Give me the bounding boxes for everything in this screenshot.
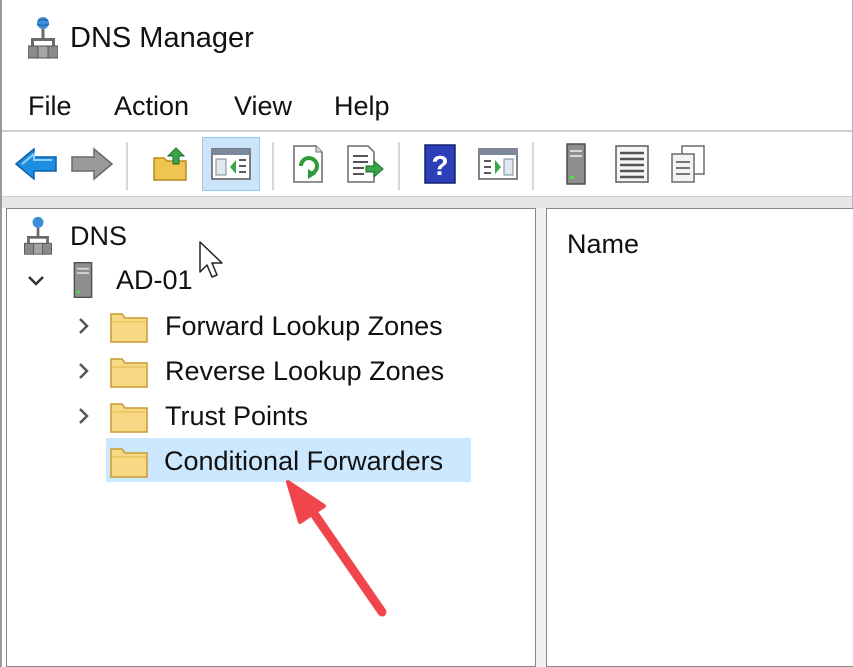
toolbar: ? [2,132,852,196]
tree-node-reverse-lookup-zones[interactable]: Reverse Lookup Zones [110,349,444,393]
back-arrow-icon [14,147,57,181]
list-view-button[interactable] [608,140,656,188]
toolbar-divider [272,142,274,190]
menu-bar: File Action View Help [2,80,852,130]
show-hide-action-pane-icon [478,148,518,180]
copy-button[interactable] [664,140,712,188]
folder-icon [110,403,148,433]
export-list-icon [347,145,384,183]
menu-view[interactable]: View [234,91,292,122]
chevron-right-icon[interactable] [76,361,92,381]
refresh-icon [293,145,323,183]
up-one-level-button[interactable] [146,140,194,188]
dns-manager-window: DNS Manager File Action View Help ? DNS … [0,0,853,667]
svg-text:?: ? [431,150,448,181]
forward-arrow-icon [71,147,114,181]
tree-label-server: AD-01 [116,264,193,295]
folder-icon [110,358,148,388]
tree-node-conditional-forwarders[interactable]: Conditional Forwarders [110,439,443,483]
help-icon: ? [424,144,456,184]
refresh-button[interactable] [284,140,332,188]
mouse-cursor-icon [199,241,223,278]
tree-label-forward-lookup-zones: Forward Lookup Zones [165,310,443,341]
menu-file[interactable]: File [28,91,72,122]
tree-node-trust-points[interactable]: Trust Points [110,394,308,438]
dns-network-icon [24,216,52,255]
tree-node-dns[interactable]: DNS [24,214,127,258]
column-header-name[interactable]: Name [567,229,639,260]
title-bar: DNS Manager [2,0,852,80]
tree-label-dns: DNS [70,220,128,251]
pane-splitter[interactable] [536,208,546,667]
server-button[interactable] [552,140,600,188]
menu-action[interactable]: Action [114,91,189,122]
show-hide-console-tree-button[interactable] [202,137,260,191]
show-hide-action-pane-button[interactable] [474,140,522,188]
toolbar-divider [398,142,400,190]
chevron-right-icon[interactable] [76,316,92,336]
list-icon [615,145,649,183]
details-pane[interactable]: Name [546,208,853,667]
chevron-down-icon[interactable] [26,273,46,289]
menu-help[interactable]: Help [334,91,390,122]
up-folder-icon [153,147,187,181]
tree-label-conditional-forwarders: Conditional Forwarders [164,445,444,476]
toolbar-divider [126,142,128,190]
back-button[interactable] [12,140,60,188]
show-hide-console-tree-icon [211,148,251,180]
toolbar-divider [532,142,534,190]
window-title: DNS Manager [70,22,254,54]
copy-icon [671,145,705,183]
help-button[interactable]: ? [416,140,464,188]
tree-node-forward-lookup-zones[interactable]: Forward Lookup Zones [110,304,443,348]
chevron-right-icon[interactable] [76,406,92,426]
dns-network-icon [28,17,58,59]
forward-button[interactable] [68,140,116,188]
server-icon [566,143,586,185]
export-list-button[interactable] [340,140,388,188]
folder-icon [110,448,148,478]
toolbar-bottom-border [2,196,852,208]
tree-label-trust-points: Trust Points [165,400,309,431]
tree-label-reverse-lookup-zones: Reverse Lookup Zones [165,355,445,386]
server-icon [73,262,93,298]
tree-node-server[interactable]: AD-01 [70,258,193,302]
folder-icon [110,313,148,343]
